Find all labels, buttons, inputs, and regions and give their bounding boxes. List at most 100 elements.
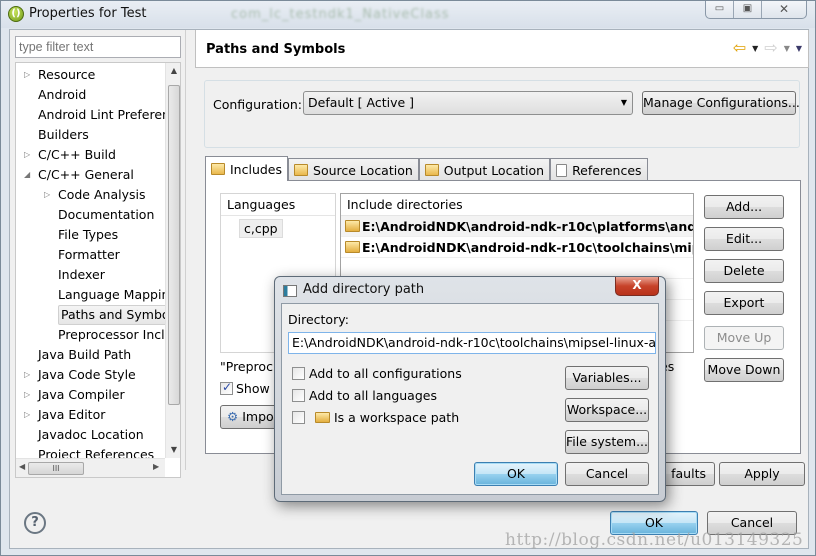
checkbox-checked-icon[interactable] [220,380,233,395]
collapsed-triangle-icon[interactable]: ▷ [24,390,30,399]
collapsed-triangle-icon[interactable]: ▷ [24,370,30,379]
scroll-right-icon[interactable]: ▶ [153,462,159,471]
variables-button[interactable]: Variables... [565,366,649,390]
source-folder-icon [294,164,309,176]
workspace-path-checkbox[interactable]: Is a workspace path [292,410,459,425]
scroll-up-icon[interactable]: ▲ [166,63,180,79]
collapsed-triangle-icon[interactable]: ▷ [44,190,50,199]
show-builtin-checkbox[interactable]: Show b [220,380,282,396]
include-path: E:\AndroidNDK\android-ndk-r10c\toolchain… [362,239,694,255]
include-directories-header: Include directories [341,194,693,216]
collapsed-triangle-icon[interactable]: ▷ [24,150,30,159]
nav-item[interactable]: C/C++ Build [38,145,116,165]
nav-item[interactable]: Code Analysis [58,185,145,205]
import-icon: ⚙ [227,409,239,424]
add-to-all-languages-checkbox[interactable]: Add to all languages [292,388,437,403]
tab-includes[interactable]: Includes [205,156,289,181]
collapsed-triangle-icon[interactable]: ▷ [24,70,30,79]
configuration-value: Default [ Active ] [308,95,415,110]
back-menu-chevron-icon[interactable]: ▼ [752,44,758,53]
nav-item[interactable]: File Types [58,225,118,245]
collapsed-triangle-icon[interactable]: ▷ [24,410,30,419]
tree-vertical-scrollbar[interactable]: ▲ ▼ [165,63,180,458]
add-to-all-configurations-checkbox[interactable]: Add to all configurations [292,366,462,381]
expanded-triangle-icon[interactable]: ◢ [24,170,30,179]
add-button[interactable]: Add... [704,195,784,219]
nav-item[interactable]: Paths and Symbols [58,305,180,325]
checkbox-label: Add to all languages [309,388,437,403]
checkbox-unchecked-icon[interactable] [292,411,305,424]
include-directory-row[interactable]: E:\AndroidNDK\android-ndk-r10c\toolchain… [341,237,693,258]
watermark: http://blog.csdn.net/u013149325 [505,530,804,550]
tab-references[interactable]: References [550,158,648,181]
scroll-down-icon[interactable]: ▼ [166,442,180,458]
nav-item[interactable]: Indexer [58,265,105,285]
scroll-thumb[interactable] [168,85,180,405]
configuration-label: Configuration: [213,97,302,112]
nav-item[interactable]: Builders [38,125,89,145]
scroll-left-icon[interactable]: ◀ [19,462,25,471]
languages-header: Languages [221,194,335,216]
dialog-close-button[interactable]: X [615,277,659,296]
nav-item[interactable]: Android [38,85,86,105]
forward-arrow-icon[interactable]: ⇨ [764,40,777,56]
add-directory-dialog: Add directory path X Directory: E:\Andro… [274,276,666,502]
directory-input[interactable]: E:\AndroidNDK\android-ndk-r10c\toolchain… [288,332,656,354]
nav-item[interactable]: Formatter [58,245,120,265]
dialog-ok-button[interactable]: OK [474,462,558,486]
configuration-select[interactable]: Default [ Active ] ▼ [303,91,633,115]
help-icon[interactable]: ? [24,512,46,534]
nav-item[interactable]: Documentation [58,205,154,225]
preference-tree: Run/Debug SettingsProject ReferencesJava… [15,62,181,478]
move-down-button[interactable]: Move Down [704,358,784,382]
forward-menu-chevron-icon[interactable]: ▼ [784,44,790,53]
view-menu-chevron-icon[interactable]: ▼ [796,44,802,53]
maximize-button[interactable]: ▣ [734,1,762,18]
tree-horizontal-scrollbar[interactable]: ◀ III ▶ [16,458,165,477]
checkbox-unchecked-icon[interactable] [292,367,305,380]
window-controls: ▭ ▣ ✕ [705,1,807,19]
folder-open-icon [315,412,330,423]
dialog-title: Add directory path [303,282,425,297]
export-button[interactable]: Export [704,291,784,315]
include-folder-icon [345,241,360,253]
apply-button[interactable]: Apply [719,462,805,486]
references-document-icon [556,163,568,177]
nav-item[interactable]: C/C++ General [38,165,134,185]
close-button[interactable]: ✕ [762,1,806,18]
tab-bar: Includes Source Location Output Location… [205,156,648,181]
tab-label: Includes [230,161,283,177]
delete-button[interactable]: Delete [704,259,784,283]
nav-item[interactable]: Java Code Style [38,365,136,385]
language-item[interactable]: c,cpp [239,219,283,238]
nav-item[interactable]: Java Compiler [38,385,125,405]
tab-source-location[interactable]: Source Location [288,158,419,181]
minimize-button[interactable]: ▭ [706,1,734,18]
dialog-cancel-button[interactable]: Cancel [565,462,649,486]
include-folder-icon [345,220,360,232]
nav-item[interactable]: Java Editor [38,405,105,425]
nav-item[interactable]: Preprocessor Inclu [58,325,173,345]
file-system-button[interactable]: File system... [565,430,649,454]
hscroll-thumb[interactable]: III [28,462,84,475]
nav-item[interactable]: Java Build Path [38,345,131,365]
move-up-button[interactable]: Move Up [704,326,784,350]
nav-item[interactable]: Resource [38,65,95,85]
include-directory-row[interactable]: E:\AndroidNDK\android-ndk-r10c\platforms… [341,216,693,237]
manage-configurations-button[interactable]: Manage Configurations... [642,91,800,115]
back-arrow-icon[interactable]: ⇦ [733,40,746,56]
checkbox-label: Is a workspace path [334,410,460,425]
filter-input[interactable] [15,36,181,58]
nav-item[interactable]: Javadoc Location [38,425,144,445]
nav-item[interactable]: Android Lint Preferen [38,105,170,125]
page-header: Paths and Symbols ⇦ ▼ ⇨ ▼ ▼ [195,30,809,68]
tab-output-location[interactable]: Output Location [418,158,551,181]
checkbox-unchecked-icon[interactable] [292,389,305,402]
nav-item[interactable]: Language Mappin [58,285,169,305]
eclipse-app-icon: () [8,6,24,22]
dialog-window-icon [283,285,297,297]
pane-splitter[interactable] [185,30,189,470]
workspace-button[interactable]: Workspace... [565,398,649,422]
edit-button[interactable]: Edit... [704,227,784,251]
import-label: Impo [242,409,274,424]
